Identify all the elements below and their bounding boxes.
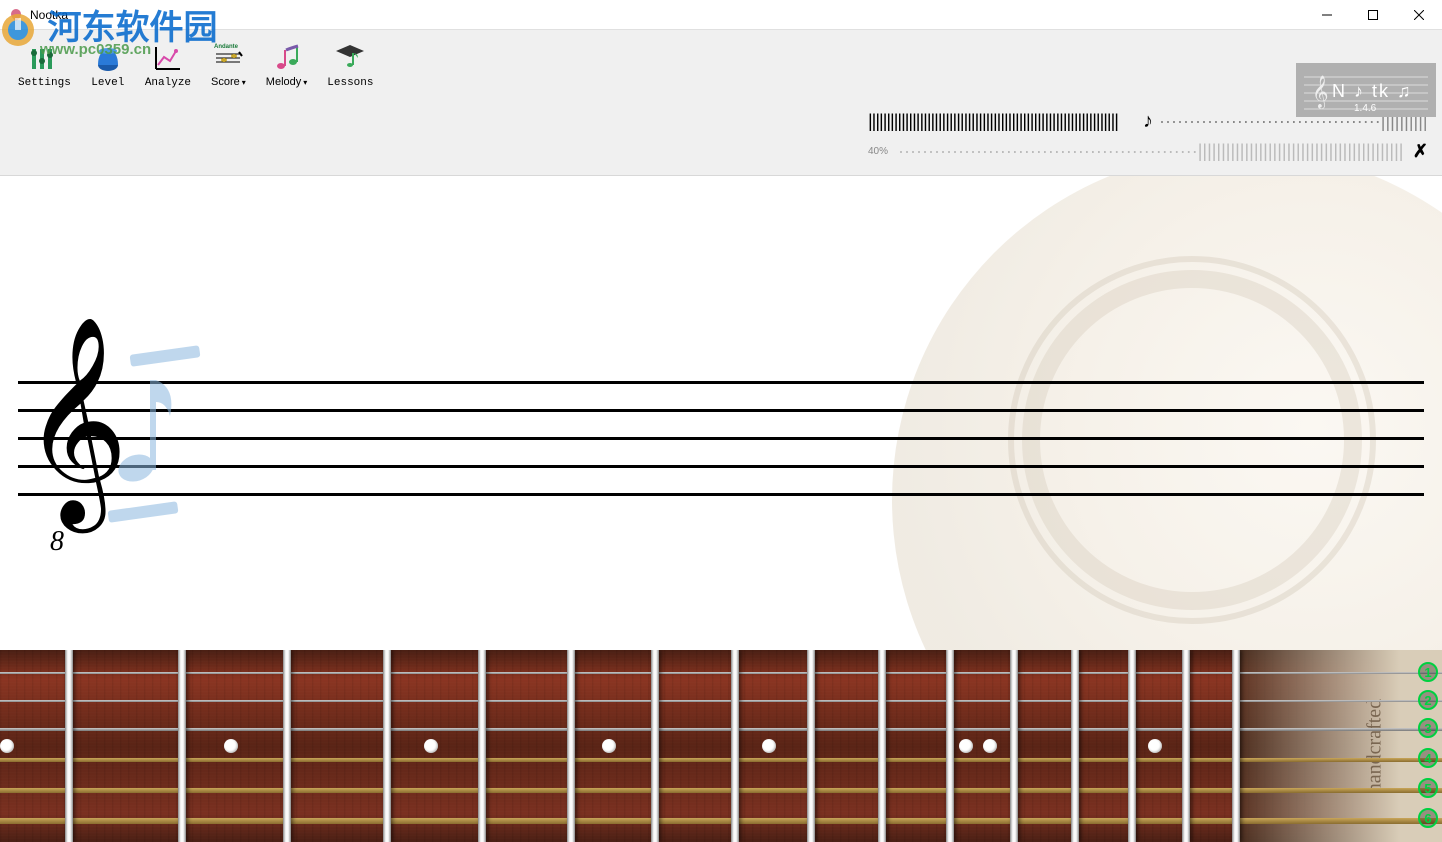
guitar-fretboard[interactable]: handcrafted 1 2 3 4 5 6 xyxy=(0,650,1442,842)
fret-marker xyxy=(762,739,776,753)
fret-marker xyxy=(224,739,238,753)
maximize-button[interactable] xyxy=(1350,0,1396,30)
melody-button[interactable]: Melody▾ xyxy=(258,33,315,93)
fret xyxy=(731,650,739,842)
fret xyxy=(567,650,575,842)
svg-text:𝄞: 𝄞 xyxy=(1312,76,1329,109)
guitar-string-2[interactable] xyxy=(0,700,1442,702)
guitar-string-1[interactable] xyxy=(0,672,1442,674)
settings-label: Settings xyxy=(18,77,71,89)
level-label: Level xyxy=(91,77,124,89)
melody-label: Melody▾ xyxy=(266,76,307,89)
fret xyxy=(65,650,73,842)
settings-icon xyxy=(28,43,60,75)
fret-marker xyxy=(0,739,14,753)
fret xyxy=(178,650,186,842)
staff-line xyxy=(18,493,1424,496)
app-icon xyxy=(8,7,24,23)
score-view[interactable]: 𝄞 8 xyxy=(0,176,1442,650)
staff-line xyxy=(18,409,1424,412)
staff-line xyxy=(18,465,1424,468)
note-icon: ♪ xyxy=(1143,110,1153,133)
guitar-string-6[interactable] xyxy=(0,818,1442,824)
mute-icon[interactable]: ✗ xyxy=(1413,141,1428,162)
meter-scale: ········································… xyxy=(898,141,1405,162)
string-number-label[interactable]: 3 xyxy=(1418,718,1438,738)
fret xyxy=(1010,650,1018,842)
staff-line xyxy=(18,437,1424,440)
score-label: Score▾ xyxy=(211,76,246,89)
fret xyxy=(946,650,954,842)
minimize-button[interactable] xyxy=(1304,0,1350,30)
fret-marker xyxy=(959,739,973,753)
fret xyxy=(383,650,391,842)
fret xyxy=(1182,650,1190,842)
fret-marker xyxy=(1148,739,1162,753)
fret xyxy=(807,650,815,842)
fret xyxy=(878,650,886,842)
fret xyxy=(1232,650,1240,842)
level-icon xyxy=(92,43,124,75)
lessons-icon xyxy=(334,43,366,75)
string-number-label[interactable]: 2 xyxy=(1418,690,1438,710)
lessons-label: Lessons xyxy=(327,77,373,89)
pitch-meter-panel: ||||||||||||||||||||||||||||||||||||||||… xyxy=(0,96,1442,176)
intonation-meter[interactable]: 40% ····································… xyxy=(868,136,1428,166)
clef-octave-marker: 8 xyxy=(50,526,64,558)
analyze-button[interactable]: Analyze xyxy=(137,33,199,93)
score-button[interactable]: Andante Score▾ xyxy=(203,33,254,93)
settings-button[interactable]: Settings xyxy=(10,33,79,93)
app-logo-badge: 𝄞 N ♪ tk ♫ 1.4.6 xyxy=(1296,63,1436,117)
fret xyxy=(283,650,291,842)
meter-ticks-active: ||||||||||||||||||||||||||||||||||||||||… xyxy=(868,111,1137,132)
fret xyxy=(478,650,486,842)
window-title: Nootka xyxy=(30,8,68,22)
svg-text:1.4.6: 1.4.6 xyxy=(1354,103,1377,114)
music-staff[interactable] xyxy=(18,381,1424,521)
melody-icon xyxy=(271,42,303,74)
analyze-icon xyxy=(152,43,184,75)
chevron-down-icon: ▾ xyxy=(303,78,307,87)
note-cursor[interactable] xyxy=(110,358,180,503)
level-button[interactable]: Level xyxy=(83,33,133,93)
string-number-label[interactable]: 1 xyxy=(1418,662,1438,682)
guitar-label: handcrafted xyxy=(1363,699,1386,793)
staff-line xyxy=(18,381,1424,384)
fret-marker xyxy=(602,739,616,753)
guitar-string-5[interactable] xyxy=(0,788,1442,793)
close-button[interactable] xyxy=(1396,0,1442,30)
string-number-label[interactable]: 4 xyxy=(1418,748,1438,768)
volume-percent: 40% xyxy=(868,146,888,157)
lessons-button[interactable]: Lessons xyxy=(319,33,381,93)
string-number-label[interactable]: 6 xyxy=(1418,808,1438,828)
svg-text:Andante: Andante xyxy=(214,44,239,50)
score-icon: Andante xyxy=(212,42,244,74)
guitar-string-3[interactable] xyxy=(0,728,1442,731)
chevron-down-icon: ▾ xyxy=(242,78,246,87)
fret xyxy=(651,650,659,842)
guitar-string-4[interactable] xyxy=(0,758,1442,762)
svg-text:N ♪ tk ♫: N ♪ tk ♫ xyxy=(1332,81,1413,101)
guitar-soundhole-edge: handcrafted xyxy=(1232,650,1442,842)
fret-marker xyxy=(983,739,997,753)
string-number-label[interactable]: 5 xyxy=(1418,778,1438,798)
fret xyxy=(1128,650,1136,842)
fret-marker xyxy=(424,739,438,753)
main-toolbar: Settings Level Analyze Andante Score▾ Me… xyxy=(0,30,1442,96)
fret xyxy=(1071,650,1079,842)
window-titlebar: Nootka xyxy=(0,0,1442,30)
analyze-label: Analyze xyxy=(145,77,191,89)
